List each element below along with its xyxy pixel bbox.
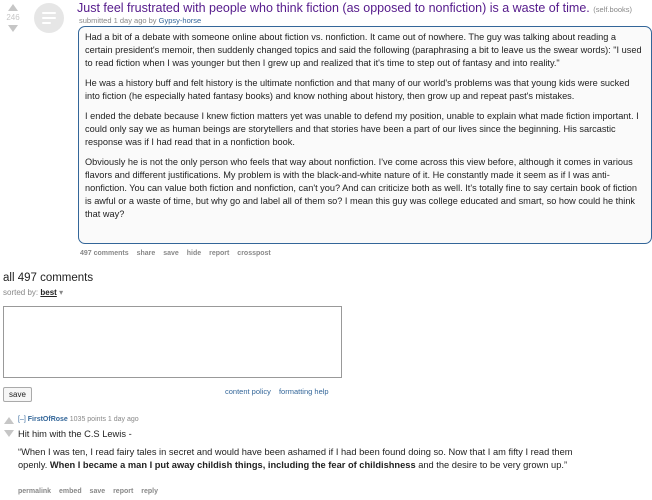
post-score: 246 [6,13,20,22]
post-paragraph: I ended the debate because I knew fictio… [85,111,639,147]
comment-report-button[interactable]: report [113,488,133,495]
comment-author[interactable]: FirstOfRose [28,416,68,423]
comment-upvote-arrow[interactable] [4,417,14,424]
comment-textarea[interactable] [3,306,342,378]
report-button[interactable]: report [209,250,229,257]
self-post-thumbnail[interactable] [34,3,64,33]
sort-dropdown[interactable]: best [40,288,56,297]
post-paragraph: Had a bit of a debate with someone onlin… [85,32,642,68]
save-button[interactable]: save [163,250,179,257]
reply-button[interactable]: reply [141,488,158,495]
post-buttons: 497 comments share save hide report cros… [80,250,277,257]
sort-menu: sorted by: best ▾ [3,288,63,297]
comment-body: Hit him with the C.S Lewis - “When I was… [18,428,578,472]
embed-button[interactable]: embed [59,488,82,495]
comment-form-links: content policy formatting help [219,387,329,396]
chevron-down-icon[interactable]: ▾ [59,288,63,297]
share-button[interactable]: share [137,250,156,257]
comment-quote: “When I was ten, I read fairy tales in s… [18,446,578,472]
comment-save-link[interactable]: save [90,488,106,495]
post-author[interactable]: Gypsy-horse [159,16,202,25]
comment-save-button[interactable]: save [3,387,32,402]
comment-line: Hit him with the C.S Lewis - [18,429,132,439]
formatting-help-link[interactable]: formatting help [279,387,329,396]
comment-count: all 497 comments [3,272,94,284]
post-title-line: Just feel frustrated with people who thi… [77,1,632,15]
submitted-prefix: submitted 1 day ago by [79,16,157,25]
quote-end-text: and the desire to be very grown up.” [415,460,568,470]
post-tagline: submitted 1 day ago by Gypsy-horse [79,16,201,25]
post-paragraph: Obviously he is not the only person who … [85,157,638,219]
comment-meta: 1035 points 1 day ago [69,416,139,423]
quote-bold-text: When I became a man I put away childish … [49,460,416,470]
content-policy-link[interactable]: content policy [225,387,271,396]
post-paragraph: He was a history buff and felt history i… [85,78,630,101]
post-domain[interactable]: (self.books) [593,5,632,14]
crosspost-button[interactable]: crosspost [237,250,270,257]
post-body: Had a bit of a debate with someone onlin… [78,26,652,244]
collapse-toggle[interactable]: [–] [18,416,26,423]
comment-tagline: [–] FirstOfRose 1035 points 1 day ago [18,416,139,423]
text-post-icon [42,12,56,27]
permalink-button[interactable]: permalink [18,488,51,495]
hide-button[interactable]: hide [187,250,201,257]
comment-downvote-arrow[interactable] [4,430,14,437]
comments-link[interactable]: 497 comments [80,250,129,257]
downvote-arrow[interactable] [8,25,18,32]
comment-buttons: permalink embed save report reply [18,488,164,495]
upvote-arrow[interactable] [8,4,18,11]
post-title[interactable]: Just feel frustrated with people who thi… [77,1,590,15]
sort-label: sorted by: [3,288,39,297]
